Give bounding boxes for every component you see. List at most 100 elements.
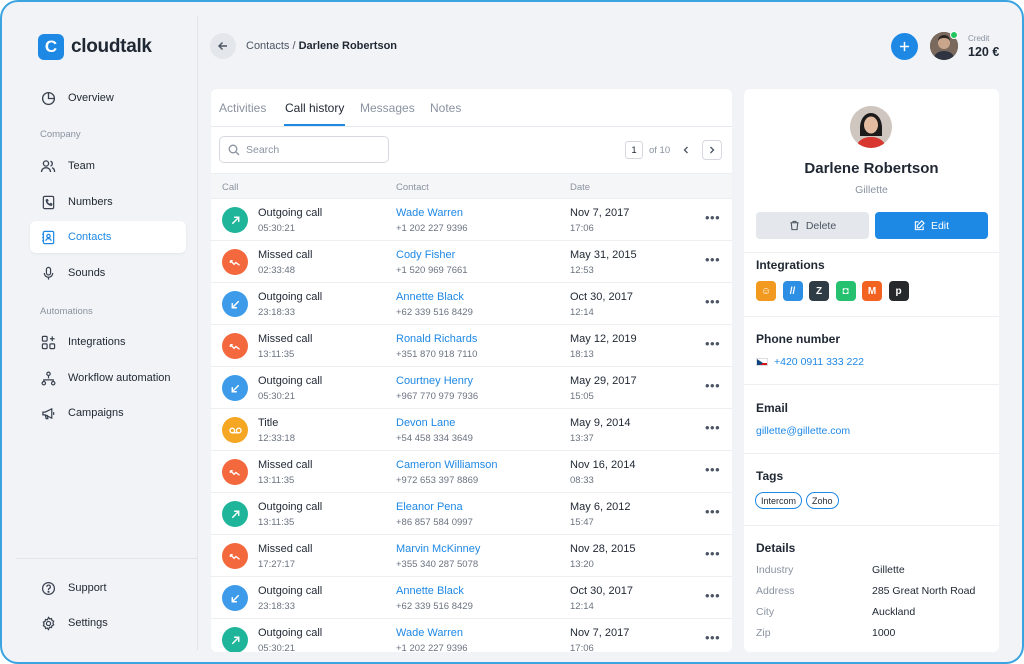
logo[interactable]: C cloudtalk xyxy=(38,34,152,60)
contact-link[interactable]: Wade Warren xyxy=(396,207,463,219)
tag-zoho[interactable]: Zoho xyxy=(806,492,839,509)
contact-link[interactable]: Cody Fisher xyxy=(396,249,455,261)
table-row[interactable]: Title 12:33:18 Devon Lane +54 458 334 3649 M… xyxy=(211,409,732,451)
phone-document-icon xyxy=(40,194,56,210)
sidebar-item-settings[interactable]: Settings xyxy=(30,607,186,639)
gear-icon xyxy=(40,615,56,631)
contact-link[interactable]: Eleanor Pena xyxy=(396,501,463,513)
more-options-icon[interactable]: ••• xyxy=(705,504,720,519)
contact-link[interactable]: Marvin McKinney xyxy=(396,543,480,555)
table-row[interactable]: Outgoing call 23:18:33 Annette Black +62 33… xyxy=(211,577,732,619)
contact-link[interactable]: Ronald Richards xyxy=(396,333,477,345)
table-row[interactable]: Outgoing call 05:30:21 Wade Warren +1 202 2… xyxy=(211,199,732,241)
more-options-icon[interactable]: ••• xyxy=(705,294,720,309)
sidebar-item-campaigns[interactable]: Campaigns xyxy=(30,397,186,429)
brand-name: cloudtalk xyxy=(71,36,152,57)
sidebar-item-numbers[interactable]: Numbers xyxy=(30,186,186,218)
phone-value: +420 0911 333 222 xyxy=(774,356,865,368)
delete-button[interactable]: Delete xyxy=(756,212,869,239)
call-duration: 05:30:21 xyxy=(258,391,295,402)
tab-notes[interactable]: Notes xyxy=(430,101,461,115)
table-row[interactable]: Outgoing call 05:30:21 Wade Warren +1 202 2… xyxy=(211,619,732,652)
more-options-icon[interactable]: ••• xyxy=(705,588,720,603)
edit-button[interactable]: Edit xyxy=(875,212,988,239)
breadcrumb-separator: / xyxy=(292,40,296,52)
tag-intercom[interactable]: Intercom xyxy=(755,492,803,509)
contact-link[interactable]: Courtney Henry xyxy=(396,375,473,387)
sidebar-item-label: Workflow automation xyxy=(68,372,171,384)
tab-activities[interactable]: Activities xyxy=(219,101,266,115)
sidebar-item-label: Support xyxy=(68,582,107,594)
tab-messages[interactable]: Messages xyxy=(360,101,415,115)
more-options-icon[interactable]: ••• xyxy=(705,630,720,645)
table-row[interactable]: Outgoing call 23:18:33 Annette Black +62 33… xyxy=(211,283,732,325)
call-type: Outgoing call xyxy=(258,291,323,303)
search-box[interactable] xyxy=(219,136,389,163)
sidebar-item-contacts[interactable]: Contacts xyxy=(30,221,186,253)
sidebar-item-label: Sounds xyxy=(68,267,106,279)
users-icon xyxy=(40,158,56,174)
table-row[interactable]: Outgoing call 05:30:21 Courtney Henry +967 … xyxy=(211,367,732,409)
table-row[interactable]: Missed call 13:11:35 Cameron Williamson +97… xyxy=(211,451,732,493)
table-row[interactable]: Missed call 02:33:48 Cody Fisher +1 520 969… xyxy=(211,241,732,283)
magento-icon[interactable]: M xyxy=(862,281,882,301)
pipedrive-icon[interactable]: p xyxy=(888,281,909,301)
detail-key: Zip xyxy=(756,627,771,639)
breadcrumb-current: Darlene Robertson xyxy=(298,40,398,52)
contact-link[interactable]: Annette Black xyxy=(396,291,464,303)
call-time: 12:14 xyxy=(570,601,594,612)
freshdesk-icon[interactable]: ◘ xyxy=(835,281,856,301)
contact-phone: +62 339 516 8429 xyxy=(396,601,473,612)
call-time: 12:14 xyxy=(570,307,594,318)
incoming-call-icon xyxy=(222,375,248,401)
contact-link[interactable]: Wade Warren xyxy=(396,627,463,639)
contact-link[interactable]: Annette Black xyxy=(396,585,464,597)
more-options-icon[interactable]: ••• xyxy=(705,420,720,435)
phone-number[interactable]: +420 0911 333 222 xyxy=(756,356,864,368)
call-time: 15:47 xyxy=(570,517,594,528)
pagination: 1 of 10 xyxy=(625,140,723,160)
workflow-icon xyxy=(40,370,56,386)
tab-call-history[interactable]: Call history xyxy=(285,101,344,115)
page-total: of 10 xyxy=(649,144,671,156)
contact-link[interactable]: Cameron Williamson xyxy=(396,459,497,471)
table-row[interactable]: Missed call 13:11:35 Ronald Richards +351 8… xyxy=(211,325,732,367)
sidebar-item-workflow[interactable]: Workflow automation xyxy=(30,362,186,394)
call-type: Title xyxy=(258,417,279,429)
email-link[interactable]: gillette@gillette.com xyxy=(756,425,850,437)
sidebar-item-support[interactable]: Support xyxy=(30,572,186,604)
back-button[interactable] xyxy=(210,33,236,59)
chat-bubble-icon[interactable]: ☺ xyxy=(756,281,776,301)
more-options-icon[interactable]: ••• xyxy=(705,210,720,225)
sidebar-item-sounds[interactable]: Sounds xyxy=(30,257,186,289)
sidebar-item-team[interactable]: Team xyxy=(30,150,186,182)
breadcrumb-parent[interactable]: Contacts xyxy=(246,40,289,52)
more-options-icon[interactable]: ••• xyxy=(705,378,720,393)
more-options-icon[interactable]: ••• xyxy=(705,462,720,477)
contact-link[interactable]: Devon Lane xyxy=(396,417,455,429)
call-duration: 23:18:33 xyxy=(258,307,295,318)
section-company-label: Company xyxy=(40,129,81,140)
prev-page-button[interactable] xyxy=(676,140,696,160)
call-time: 17:06 xyxy=(570,643,594,652)
table-row[interactable]: Outgoing call 13:11:35 Eleanor Pena +86 857… xyxy=(211,493,732,535)
add-button[interactable] xyxy=(891,33,918,60)
table-row[interactable]: Missed call 17:27:17 Marvin McKinney +355 3… xyxy=(211,535,732,577)
more-options-icon[interactable]: ••• xyxy=(705,252,720,267)
zendesk-icon[interactable]: Z xyxy=(809,281,829,301)
incoming-call-icon xyxy=(222,291,248,317)
next-page-button[interactable] xyxy=(702,140,723,160)
divider xyxy=(744,525,999,526)
sidebar-item-integrations[interactable]: Integrations xyxy=(30,326,186,358)
tab-bar: Activities Call history Messages Notes xyxy=(211,89,732,127)
page-number-input[interactable]: 1 xyxy=(625,141,643,159)
tags-title: Tags xyxy=(756,469,784,483)
stripes-icon[interactable]: // xyxy=(782,281,803,301)
more-options-icon[interactable]: ••• xyxy=(705,336,720,351)
search-input[interactable] xyxy=(246,143,376,156)
grid-plus-icon xyxy=(40,334,56,350)
trash-icon xyxy=(790,220,799,231)
more-options-icon[interactable]: ••• xyxy=(705,546,720,561)
sidebar-item-overview[interactable]: Overview xyxy=(30,82,186,114)
detail-value: Gillette xyxy=(872,564,905,576)
